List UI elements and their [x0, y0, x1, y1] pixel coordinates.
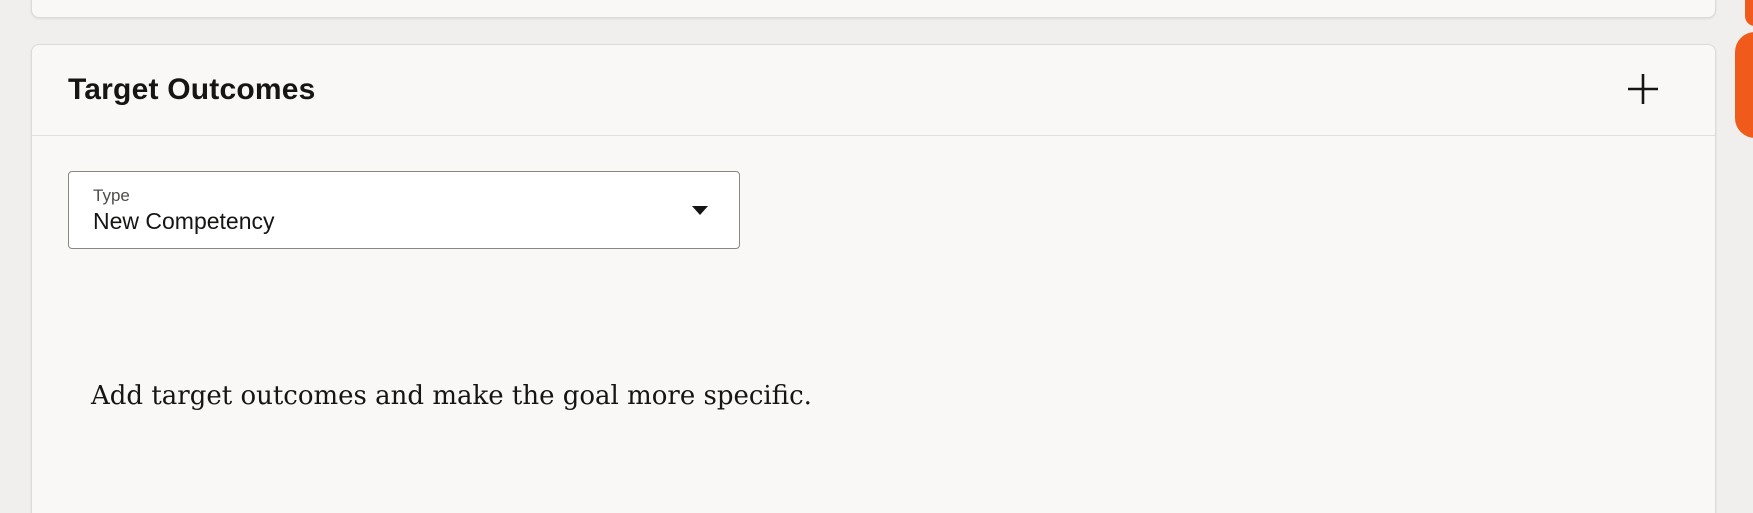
target-outcomes-card: Target Outcomes Type New Competency Add … [31, 44, 1716, 513]
plus-icon [1628, 74, 1658, 104]
assistant-widget-top[interactable] [1745, 0, 1753, 26]
type-select[interactable]: Type New Competency [68, 171, 740, 249]
previous-card [31, 0, 1716, 18]
empty-state-message: Add target outcomes and make the goal mo… [91, 381, 812, 411]
assistant-widget[interactable] [1735, 32, 1753, 138]
caret-down-icon[interactable] [691, 204, 709, 216]
section-title: Target Outcomes [68, 73, 316, 106]
type-label: Type [93, 186, 130, 205]
add-target-outcome-button[interactable] [1621, 67, 1665, 111]
card-header: Target Outcomes [32, 45, 1715, 136]
page: Target Outcomes Type New Competency Add … [0, 0, 1753, 513]
type-value: New Competency [93, 208, 275, 234]
